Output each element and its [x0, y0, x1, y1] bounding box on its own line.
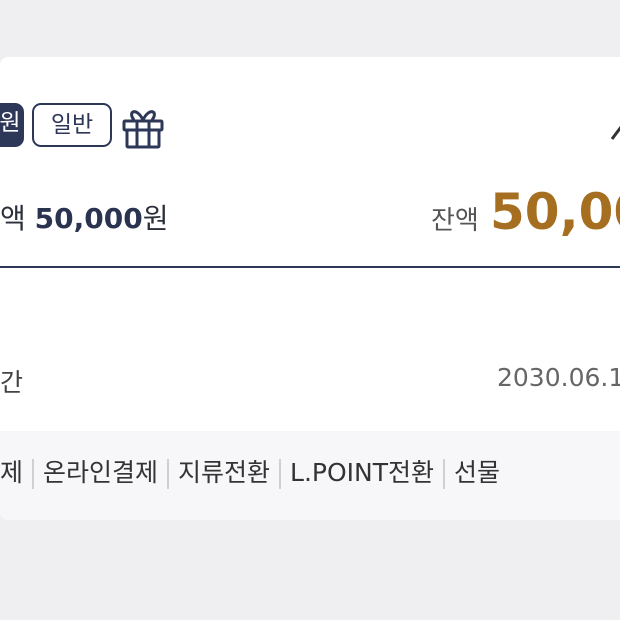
- usage-item-gift: 선물: [454, 458, 501, 487]
- amount-label: 액: [0, 202, 26, 235]
- gift-icon: [122, 110, 164, 149]
- usage-separator: [443, 459, 446, 489]
- balance-label: 잔액: [431, 206, 479, 236]
- period-label: 간: [0, 368, 24, 397]
- usage-separator: [32, 459, 35, 489]
- chevron-up-icon[interactable]: [610, 119, 620, 149]
- type-badge-general: 일반: [32, 103, 112, 147]
- divider: [0, 266, 620, 268]
- usage-separator: [279, 459, 282, 489]
- usage-item-paper-conversion: 지류전환: [178, 458, 271, 487]
- balance-value: 50,00: [490, 183, 620, 241]
- period-value: 2030.06.1: [497, 363, 620, 392]
- usage-item-lpoint-conversion: L.POINT전환: [290, 458, 435, 487]
- amount-row: 액 50,000원: [0, 197, 169, 237]
- usage-separator: [167, 459, 170, 489]
- type-badge-filled: 원: [0, 103, 24, 147]
- usage-item-online-payment: 온라인결제: [43, 458, 159, 487]
- usage-options-bar: 제 온라인결제 지류전환 L.POINT전환 선물: [0, 431, 620, 520]
- usage-item-payment: 제: [0, 458, 24, 487]
- gift-card-panel: 원 일반 액 50,000원 잔액 50,00 간 2030.06.1 제온라인…: [0, 57, 620, 520]
- amount-value: 50,000: [34, 202, 143, 235]
- amount-unit: 원: [142, 202, 169, 235]
